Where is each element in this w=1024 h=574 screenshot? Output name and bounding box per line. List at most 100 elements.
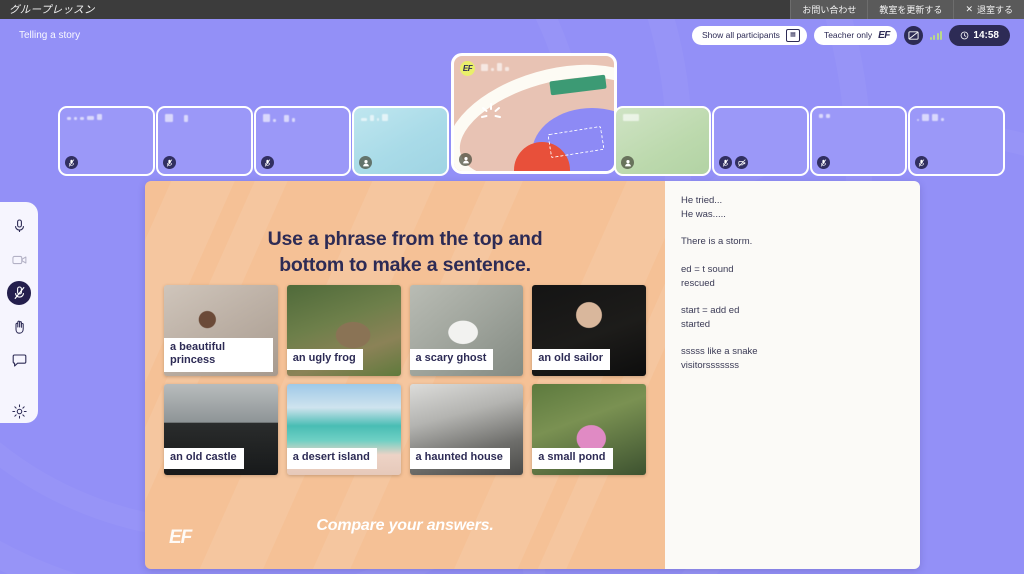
ef-teacher-badge: EF <box>460 61 475 76</box>
phrase-card[interactable]: an old sailor <box>532 285 646 376</box>
ef-brand-logo: EF <box>169 527 192 548</box>
card-label: a desert island <box>286 448 377 469</box>
lesson-slide[interactable]: Use a phrase from the top and bottom to … <box>145 181 665 569</box>
phrase-card[interactable]: a haunted house <box>409 384 524 475</box>
participant-tile-8[interactable] <box>810 106 907 176</box>
card-label: an old castle <box>164 448 244 469</box>
mic-muted-icon <box>163 156 176 169</box>
participant-name-blurred <box>623 114 639 121</box>
participant-tile-7[interactable] <box>712 106 809 176</box>
avatar <box>359 156 372 169</box>
app-header: Telling a story Show all participants ▦ … <box>0 19 1024 51</box>
phrase-card[interactable]: a scary ghost <box>409 285 524 376</box>
show-all-participants-label: Show all participants <box>701 30 780 40</box>
participant-tile-9[interactable] <box>908 106 1005 176</box>
participant-name-blurred <box>67 114 102 120</box>
refresh-classroom-button[interactable]: 教室を更新する <box>867 0 954 19</box>
participant-name-blurred <box>361 114 388 121</box>
notes-panel[interactable]: He tried... He was..... There is a storm… <box>665 181 920 569</box>
contact-button[interactable]: お問い合わせ <box>790 0 868 19</box>
settings-gear-icon <box>11 404 27 419</box>
camera-icon <box>11 255 26 264</box>
participant-tile-strip: EF <box>0 48 1024 178</box>
mic-muted-icon <box>817 156 830 169</box>
slide-footer-text: Compare your answers. <box>316 517 494 534</box>
tile-badges <box>261 156 274 169</box>
slide-heading-line1: Use a phrase from the top and <box>267 228 543 250</box>
tile-badges <box>621 156 634 169</box>
camera-button[interactable] <box>7 248 31 272</box>
close-icon: ✕ <box>965 4 973 14</box>
refresh-classroom-label: 教室を更新する <box>879 5 943 15</box>
header-controls: Show all participants ▦ Teacher only EF … <box>691 24 1010 46</box>
participants-grid-icon: ▦ <box>785 28 800 42</box>
mic-muted-icon <box>65 156 78 169</box>
mic-muted-icon <box>261 156 274 169</box>
phrase-card[interactable]: a desert island <box>286 384 401 475</box>
participant-tile-4[interactable] <box>352 106 449 176</box>
participant-tile-2[interactable] <box>156 106 253 176</box>
network-strength-icon <box>929 30 943 40</box>
mic-muted-icon <box>13 286 25 300</box>
microphone-icon <box>14 219 24 232</box>
card-label: an old sailor <box>532 349 611 370</box>
tile-badges <box>65 156 78 169</box>
window-titlebar: グループレッスン お問い合わせ 教室を更新する ✕ 退室する <box>0 0 1024 19</box>
phrase-card[interactable]: a small pond <box>532 384 646 475</box>
window-title: グループレッスン <box>9 4 95 16</box>
session-timer: 14:58 <box>949 24 1010 46</box>
teacher-only-label: Teacher only <box>823 30 873 40</box>
teacher-name-blurred <box>481 63 509 71</box>
slide-heading: Use a phrase from the top and bottom to … <box>145 227 665 279</box>
raise-hand-button[interactable] <box>7 315 31 339</box>
raise-hand-icon <box>14 320 24 334</box>
tile-badges <box>359 156 372 169</box>
tile-badges <box>817 156 830 169</box>
lesson-title: Telling a story <box>19 29 81 41</box>
participant-name-blurred <box>819 114 830 118</box>
tile-badges <box>915 156 928 169</box>
microphone-button[interactable] <box>7 214 31 238</box>
leave-room-label: 退室する <box>976 5 1013 15</box>
participant-name-blurred <box>263 114 295 122</box>
artwork-sparkle <box>480 102 502 124</box>
ef-logo-icon: EF <box>878 29 890 41</box>
participant-tile-6[interactable] <box>614 106 711 176</box>
teacher-tile[interactable]: EF <box>451 53 617 174</box>
mic-muted-icon <box>719 156 732 169</box>
card-label: a beautiful princess <box>164 337 274 372</box>
participant-name-blurred <box>165 114 188 122</box>
slide-heading-line2: bottom to make a sentence. <box>279 253 531 276</box>
avatar <box>459 153 472 166</box>
phrase-card-grid: a beautiful princess an ugly frog a scar… <box>164 285 646 475</box>
contact-button-label: お問い合わせ <box>802 5 857 15</box>
card-label: a small pond <box>532 448 613 469</box>
left-toolbar <box>0 202 38 423</box>
clock-icon <box>961 31 969 39</box>
camera-off-icon <box>735 156 748 169</box>
leave-room-button[interactable]: ✕ 退室する <box>953 0 1024 19</box>
timer-value: 14:58 <box>973 29 999 41</box>
whiteboard-icon <box>908 30 919 40</box>
mic-muted-button[interactable] <box>7 281 31 306</box>
mic-muted-icon <box>915 156 928 169</box>
chat-icon <box>12 354 26 367</box>
show-all-participants-button[interactable]: Show all participants ▦ <box>691 25 807 45</box>
participant-tile-1[interactable] <box>58 106 155 176</box>
card-label: an ugly frog <box>286 349 363 370</box>
tile-badges <box>719 156 748 169</box>
phrase-card[interactable]: an ugly frog <box>286 285 401 376</box>
phrase-card[interactable]: a beautiful princess <box>164 285 278 376</box>
settings-button[interactable] <box>7 399 31 423</box>
tile-badges <box>163 156 176 169</box>
card-label: a scary ghost <box>409 349 494 370</box>
participant-name-blurred <box>917 114 944 121</box>
phrase-card[interactable]: an old castle <box>164 384 278 475</box>
tile-badges <box>459 153 472 166</box>
whiteboard-icon-button[interactable] <box>903 25 923 45</box>
avatar <box>621 156 634 169</box>
teacher-only-button[interactable]: Teacher only EF <box>813 25 897 45</box>
participant-tile-3[interactable] <box>254 106 351 176</box>
card-label: a haunted house <box>409 448 510 469</box>
chat-button[interactable] <box>7 349 31 373</box>
